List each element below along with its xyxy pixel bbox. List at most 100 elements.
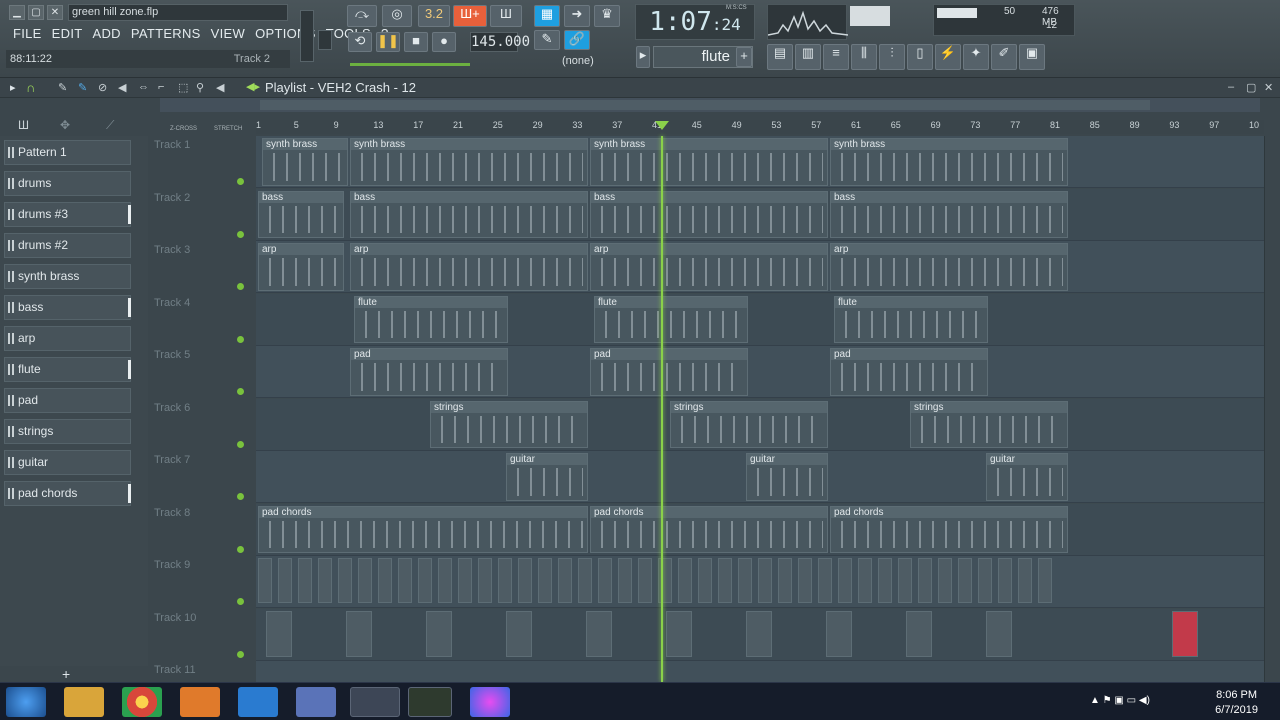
vertical-scrollbar[interactable] [1264, 136, 1278, 682]
menu-item-file[interactable]: FILE [8, 25, 47, 43]
track-mute-led[interactable] [237, 545, 244, 553]
pattern-clip[interactable]: arp [590, 243, 828, 291]
drum-clip[interactable] [298, 558, 312, 603]
drum-clip[interactable] [318, 558, 332, 603]
camtasia-icon[interactable] [408, 687, 452, 717]
track-name[interactable]: Track 10 [154, 612, 196, 624]
pattern-clip[interactable]: flute [594, 295, 748, 343]
pattern-clip[interactable]: bass [350, 190, 588, 238]
delete-tool-icon[interactable]: ⊘ [98, 81, 107, 94]
crash-clip[interactable] [986, 610, 1012, 657]
playlist-close-icon[interactable]: ✕ [1264, 81, 1273, 94]
pattern-item[interactable]: pad [4, 388, 131, 413]
link-icon[interactable]: 🔗 [564, 30, 590, 50]
playback-tool-icon[interactable]: ◀ [216, 81, 224, 94]
pattern-clip[interactable]: pad [830, 348, 988, 396]
pattern-clip[interactable]: arp [830, 243, 1068, 291]
pattern-clip[interactable]: bass [830, 190, 1068, 238]
track-name[interactable]: Track 8 [154, 507, 190, 519]
pattern-clip[interactable]: flute [354, 295, 508, 343]
mixer-alt-icon[interactable]: ⫶ [879, 44, 905, 70]
pattern-clip[interactable]: arp [258, 243, 344, 291]
pattern-item[interactable]: flute [4, 357, 131, 382]
pause-button[interactable]: ❚❚ [376, 32, 400, 52]
audio-view-icon[interactable]: ✥ [60, 118, 70, 132]
drum-clip[interactable] [838, 558, 852, 603]
drum-clip[interactable] [938, 558, 952, 603]
typing-keyboard-button[interactable]: Ш+ [453, 5, 487, 27]
crash-clip[interactable] [586, 610, 612, 657]
menu-item-patterns[interactable]: PATTERNS [126, 25, 206, 43]
paint-tool-icon[interactable]: ✎ [78, 81, 87, 94]
drum-clip[interactable] [918, 558, 932, 603]
track-mute-led[interactable] [237, 335, 244, 343]
pattern-clip[interactable]: pad [350, 348, 508, 396]
pattern-clip[interactable]: bass [590, 190, 828, 238]
playlist-window-icon[interactable]: ▤ [767, 44, 793, 70]
track-mute-led[interactable] [237, 388, 244, 395]
wrench-icon[interactable]: ✦ [963, 44, 989, 70]
stop-button[interactable]: ■ [404, 32, 428, 52]
explorer-icon[interactable] [64, 687, 104, 717]
track-lane[interactable] [256, 661, 1264, 682]
menu-item-edit[interactable]: EDIT [47, 25, 88, 43]
chrome-icon[interactable] [122, 687, 162, 717]
drum-clip[interactable] [998, 558, 1012, 603]
pattern-clip[interactable]: pad chords [830, 505, 1068, 553]
slice-tool-icon[interactable]: ⌐ [158, 81, 164, 93]
pattern-clip[interactable]: strings [910, 400, 1068, 448]
drum-clip[interactable] [678, 558, 692, 603]
drum-clip[interactable] [338, 558, 352, 603]
scroll-thumb[interactable] [260, 100, 1150, 110]
track-mute-led[interactable] [237, 230, 244, 238]
playlist-grid[interactable]: synth brass synth brass synth brass synth b… [256, 136, 1264, 682]
drum-clip[interactable] [978, 558, 992, 603]
track-mute-led[interactable] [237, 178, 244, 185]
pattern-item[interactable]: drums #2 [4, 233, 131, 258]
pattern-item[interactable]: arp [4, 326, 131, 351]
track-mute-led[interactable] [237, 440, 244, 448]
mute-tool-icon[interactable]: ◀ [118, 81, 126, 94]
pattern-clip[interactable]: guitar [746, 453, 828, 501]
automation-view-icon[interactable]: ⟋ [106, 118, 114, 133]
master-pitch-slider[interactable] [318, 30, 332, 50]
drum-clip[interactable] [638, 558, 652, 603]
track-mute-led[interactable] [237, 283, 244, 290]
drum-clip[interactable] [878, 558, 892, 603]
metronome-icon[interactable]: ⤼ [347, 5, 377, 27]
playlist-maximize-icon[interactable]: ▢ [1246, 81, 1256, 94]
playhead-marker[interactable] [655, 121, 669, 130]
drum-clip[interactable] [798, 558, 812, 603]
pattern-selector[interactable]: (none) [562, 52, 622, 70]
pattern-view-icon[interactable]: Ш [18, 118, 29, 132]
minimize-button[interactable]: ▁ [9, 5, 25, 20]
pattern-clip[interactable]: flute [834, 295, 988, 343]
media-icon[interactable] [180, 687, 220, 717]
drum-clip[interactable] [618, 558, 632, 603]
browser-icon[interactable]: ▯ [907, 44, 933, 70]
time-ruler[interactable]: 1 5 9 13 17 21 25 29 33 37 41 45 49 53 57 61 65 69 73 77 81 8… [256, 120, 1264, 134]
draw-tool-icon[interactable]: ✎ [58, 81, 67, 94]
ie-icon[interactable] [238, 687, 278, 717]
loop-icon[interactable]: ⟲ [348, 32, 372, 52]
arrow-icon[interactable]: ➜ [564, 5, 590, 27]
instrument-prev-icon[interactable]: ▸ [636, 46, 650, 68]
drum-clip[interactable] [778, 558, 792, 603]
crash-clip[interactable] [746, 610, 772, 657]
drum-clip[interactable] [1018, 558, 1032, 603]
track-name[interactable]: Track 7 [154, 454, 190, 466]
drum-clip[interactable] [378, 558, 392, 603]
drum-clip[interactable] [578, 558, 592, 603]
pattern-item[interactable]: bass [4, 295, 131, 320]
crash-clip[interactable] [826, 610, 852, 657]
drum-clip[interactable] [498, 558, 512, 603]
drum-clip[interactable] [478, 558, 492, 603]
keyboard-icon[interactable] [296, 687, 336, 717]
track-name[interactable]: Track 9 [154, 559, 190, 571]
track-name[interactable]: Track 4 [154, 297, 190, 309]
pattern-item[interactable]: strings [4, 419, 131, 444]
zoom-tool-icon[interactable]: ⚲ [196, 81, 204, 94]
track-name[interactable]: Track 6 [154, 402, 190, 414]
pattern-item[interactable]: pad chords [4, 481, 131, 506]
add-pattern-button[interactable]: + [62, 666, 70, 682]
